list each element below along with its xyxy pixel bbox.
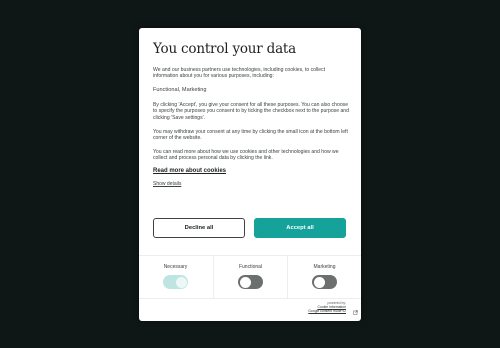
purposes-text: Functional, Marketing (153, 87, 207, 93)
category-marketing: Marketing (287, 256, 361, 299)
category-label: Marketing (313, 264, 336, 270)
consent-categories: Necessary Functional Marketing (139, 255, 361, 299)
category-label: Necessary (163, 264, 188, 270)
consent-text: By clicking 'Accept', you give your cons… (153, 102, 349, 121)
toggle-knob (175, 276, 187, 288)
marketing-toggle[interactable] (312, 275, 337, 289)
category-label: Functional (238, 264, 263, 270)
external-link-icon (353, 310, 358, 315)
dialog-title: You control your data (153, 41, 297, 57)
powered-by: powered by: Cookie Information Google co… (308, 301, 346, 314)
withdraw-text: You may withdraw your consent at any tim… (153, 129, 348, 142)
dialog-content[interactable]: You control your data We and our busines… (139, 28, 361, 198)
more-info-text: You can read more about how we use cooki… (153, 149, 339, 162)
category-functional: Functional (213, 256, 287, 299)
category-necessary: Necessary (139, 256, 212, 299)
accept-all-button[interactable]: Accept all (254, 218, 346, 238)
dialog-footer: powered by: Cookie Information Google co… (139, 298, 361, 321)
toggle-knob (313, 276, 325, 288)
cookie-consent-dialog: You control your data We and our busines… (139, 28, 361, 321)
toggle-knob (239, 276, 251, 288)
necessary-toggle (163, 275, 188, 289)
read-more-cookies-link[interactable]: Read more about cookies (153, 168, 226, 174)
intro-text: We and our business partners use technol… (153, 67, 326, 80)
show-details-link[interactable]: Show details (153, 181, 181, 187)
brand-link-line2[interactable]: Google consent mode v2 (308, 309, 346, 313)
decline-all-button[interactable]: Decline all (153, 218, 245, 238)
functional-toggle[interactable] (238, 275, 263, 289)
